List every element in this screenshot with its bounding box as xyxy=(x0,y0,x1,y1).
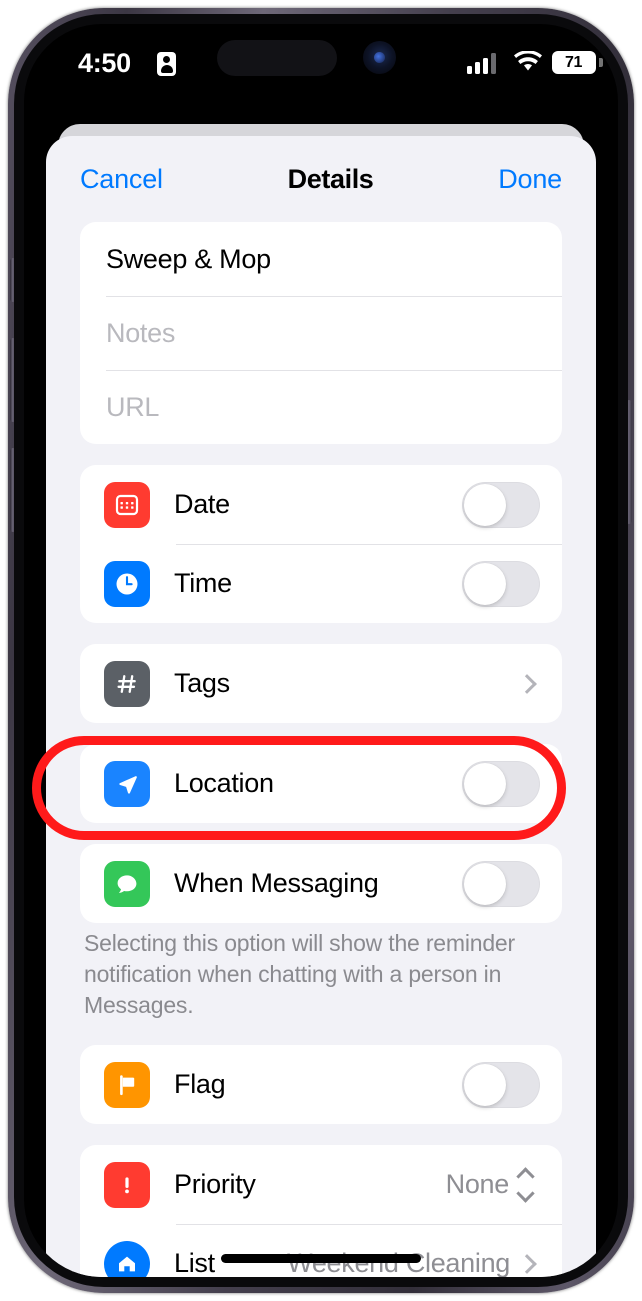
cellular-signal-icon xyxy=(467,52,496,74)
row-location[interactable]: Location xyxy=(80,744,562,823)
tags-group: Tags xyxy=(80,644,562,723)
flag-icon xyxy=(104,1061,150,1108)
status-time: 4:50 xyxy=(78,48,131,78)
row-list[interactable]: List Weekend Cleaning xyxy=(80,1224,562,1277)
chevron-right-icon xyxy=(517,1253,537,1274)
date-toggle[interactable] xyxy=(462,481,540,528)
priority-stepper[interactable] xyxy=(516,1166,535,1203)
time-toggle[interactable] xyxy=(462,560,540,607)
row-label-when-messaging: When Messaging xyxy=(174,868,379,898)
status-bar: 4:50 71 xyxy=(24,24,618,110)
row-label-tags: Tags xyxy=(174,668,230,698)
battery-level: 71 xyxy=(565,53,582,71)
text-fields-group: Sweep & Mop Notes URL xyxy=(80,222,562,444)
row-label-location: Location xyxy=(174,768,274,798)
done-button[interactable]: Done xyxy=(498,164,562,195)
flag-toggle[interactable] xyxy=(462,1061,540,1108)
row-date[interactable]: Date xyxy=(80,465,562,544)
page-title: Details xyxy=(287,163,374,194)
front-camera-icon xyxy=(363,41,396,74)
cancel-button[interactable]: Cancel xyxy=(80,164,163,195)
datetime-group: Date Time xyxy=(80,465,562,623)
row-flag[interactable]: Flag xyxy=(80,1045,562,1124)
row-label-time: Time xyxy=(174,568,232,598)
phone-frame: 4:50 71 Cancel Details Done Sweep & Mop … xyxy=(8,8,634,1293)
home-indicator[interactable] xyxy=(221,1254,421,1263)
priority-value: None xyxy=(445,1169,510,1199)
row-when-messaging[interactable]: When Messaging xyxy=(80,844,562,923)
navigation-arrow-icon xyxy=(104,760,150,807)
url-placeholder: URL xyxy=(106,391,160,422)
row-tags[interactable]: Tags xyxy=(80,644,562,723)
row-label-flag: Flag xyxy=(174,1069,226,1099)
battery-indicator: 71 xyxy=(552,51,596,74)
when-messaging-group: When Messaging xyxy=(80,844,562,923)
reminder-title-value: Sweep & Mop xyxy=(106,243,271,274)
when-messaging-toggle[interactable] xyxy=(462,860,540,907)
battery-cap-icon xyxy=(599,58,603,67)
row-label-priority: Priority xyxy=(174,1169,256,1199)
chevron-right-icon xyxy=(517,673,537,694)
wifi-icon xyxy=(514,51,542,71)
row-priority[interactable]: Priority None xyxy=(80,1145,562,1224)
when-messaging-footnote: Selecting this option will show the remi… xyxy=(84,930,515,1018)
reminder-title-field[interactable]: Sweep & Mop xyxy=(80,222,562,296)
phone-screen: 4:50 71 Cancel Details Done Sweep & Mop … xyxy=(24,24,618,1277)
url-field[interactable]: URL xyxy=(80,370,562,444)
calendar-icon xyxy=(104,481,150,528)
home-icon xyxy=(104,1240,150,1277)
details-sheet: Cancel Details Done Sweep & Mop Notes UR… xyxy=(46,136,596,1277)
hashtag-icon xyxy=(104,660,150,707)
notes-placeholder: Notes xyxy=(106,317,176,348)
location-group: Location xyxy=(80,744,562,823)
exclamation-icon xyxy=(104,1161,150,1208)
row-time[interactable]: Time xyxy=(80,544,562,623)
notes-field[interactable]: Notes xyxy=(80,296,562,370)
person-badge-icon xyxy=(157,52,176,76)
location-toggle[interactable] xyxy=(462,760,540,807)
row-label-date: Date xyxy=(174,489,230,519)
clock-icon xyxy=(104,560,150,607)
dynamic-island xyxy=(217,40,337,76)
flag-group: Flag xyxy=(80,1045,562,1124)
navigation-bar: Cancel Details Done xyxy=(46,136,596,222)
message-bubble-icon xyxy=(104,860,150,907)
